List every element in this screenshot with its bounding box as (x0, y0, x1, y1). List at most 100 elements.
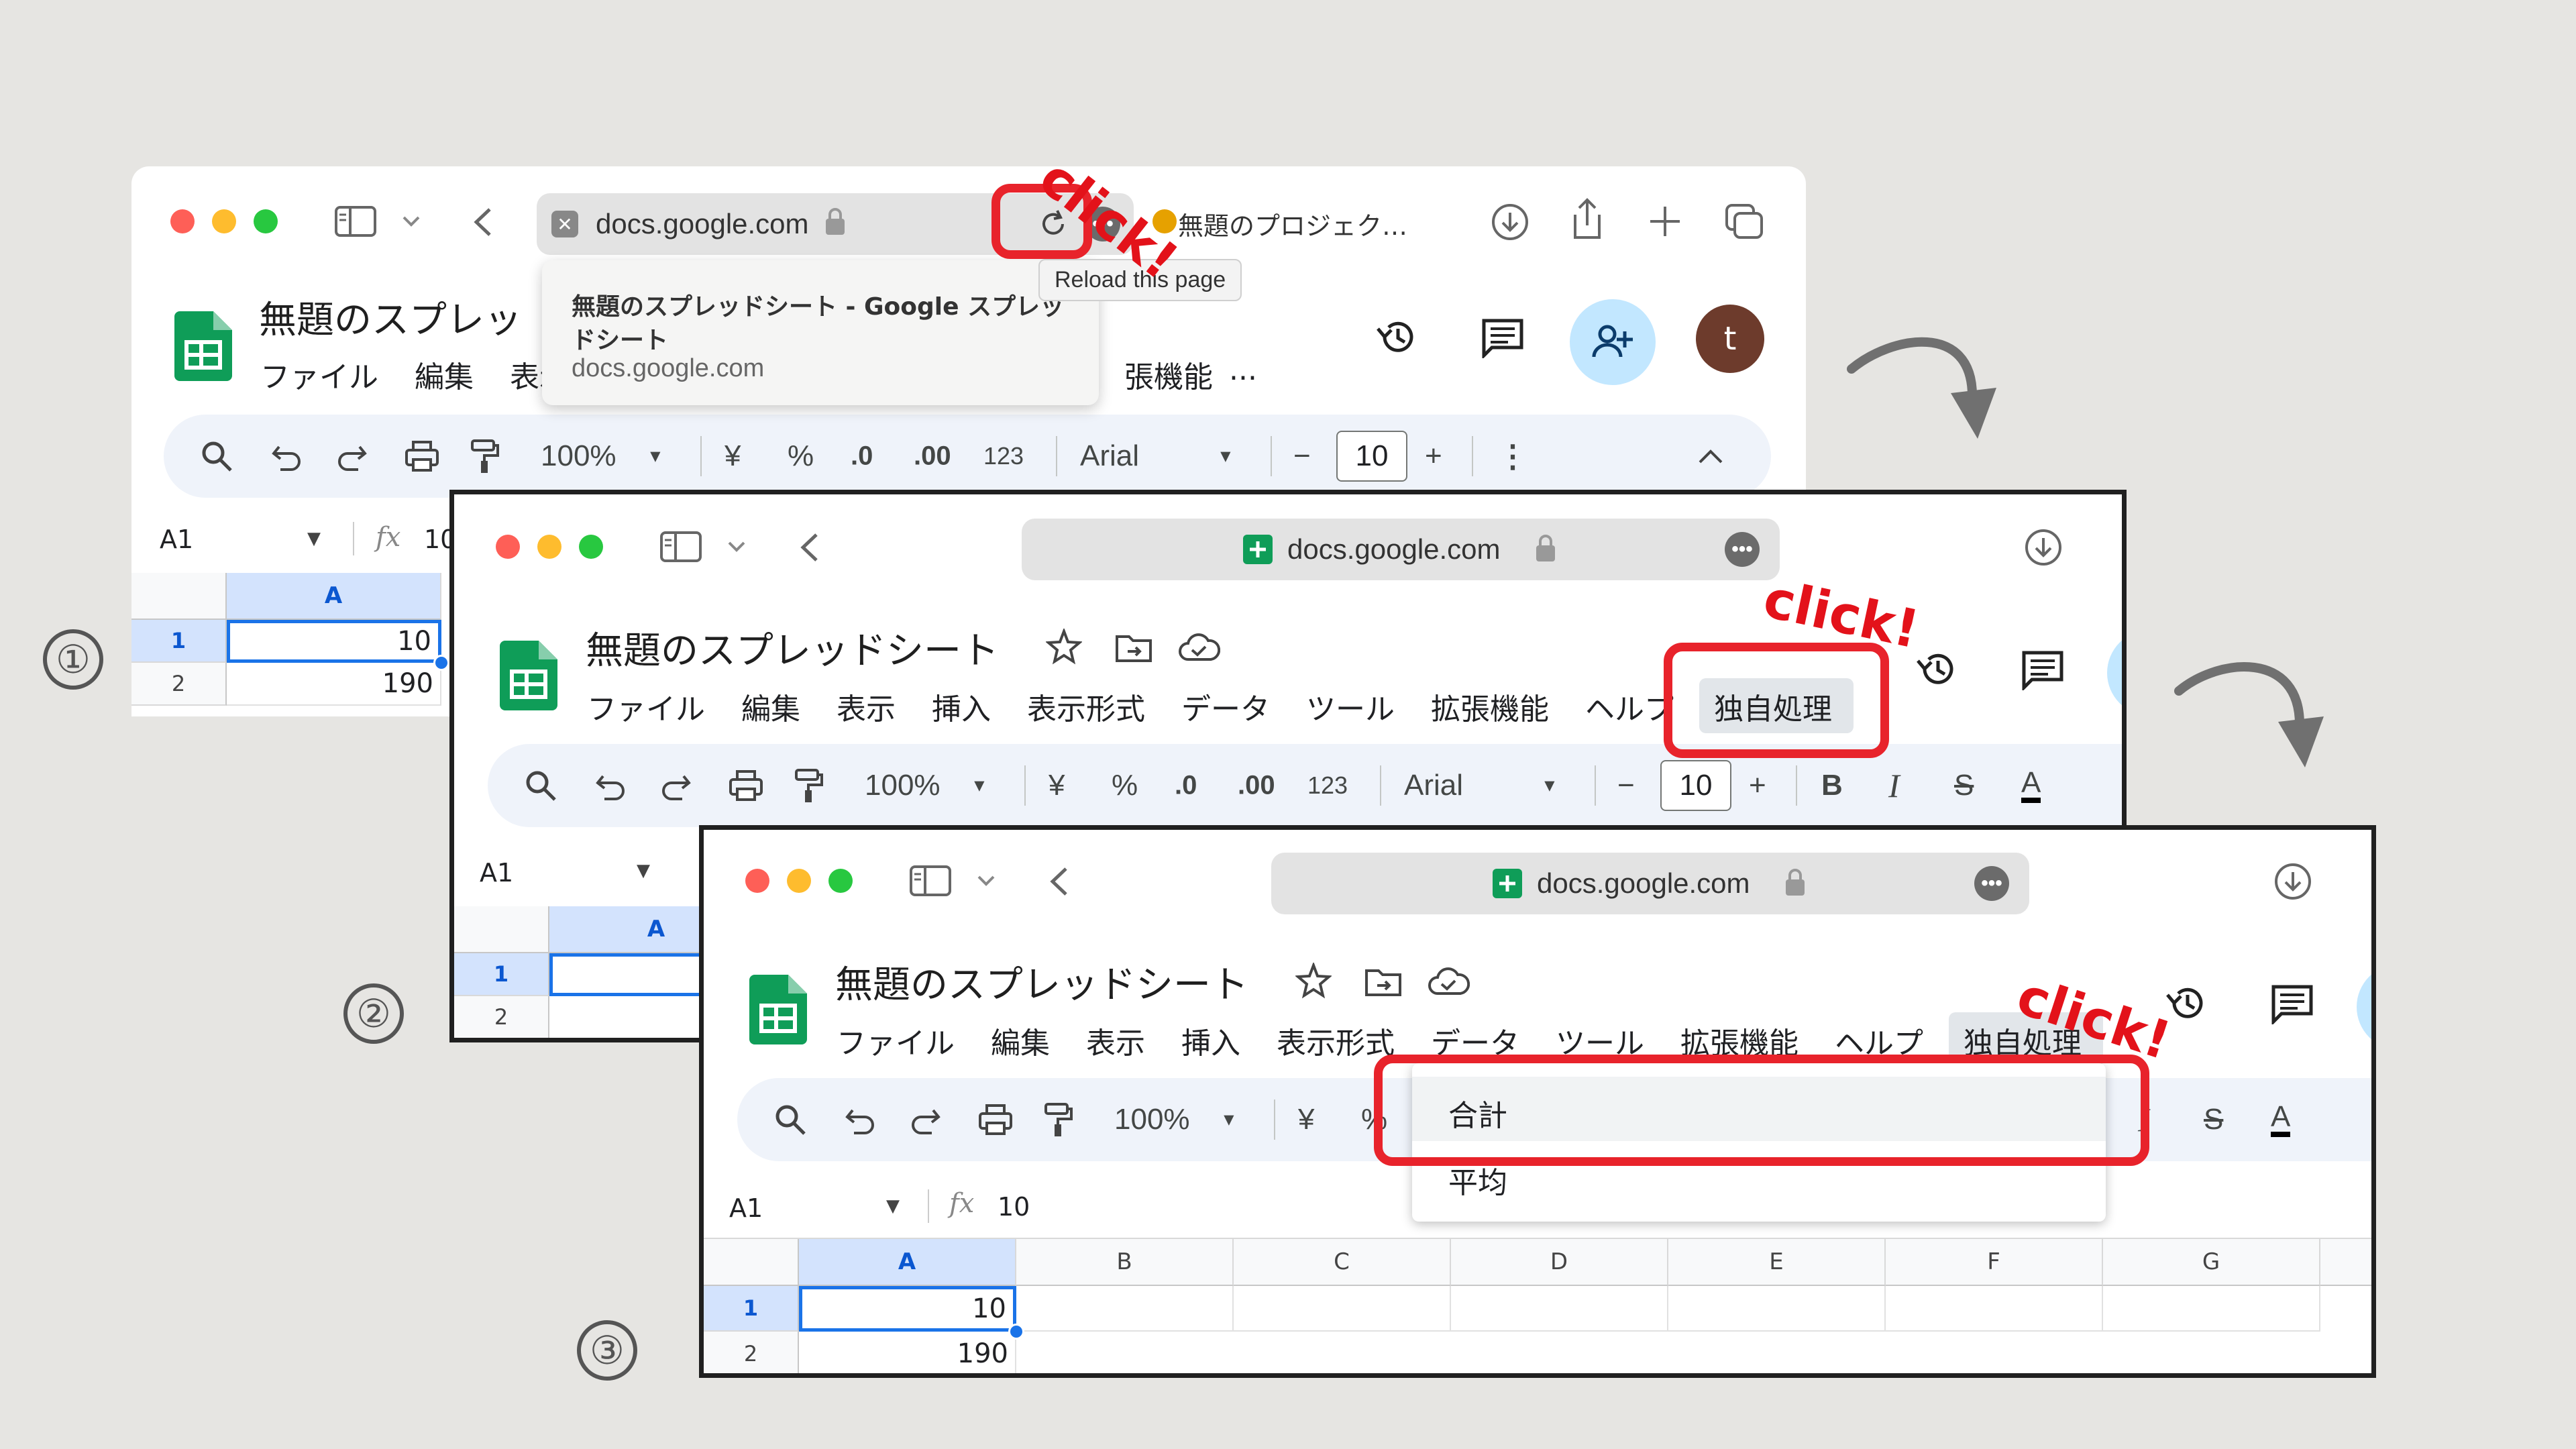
paint-format-icon[interactable] (1043, 1102, 1073, 1138)
zoom-window-button[interactable] (828, 869, 853, 893)
redo-icon[interactable] (335, 441, 368, 471)
menu-more[interactable]: ... (1229, 353, 1257, 387)
menu-edit[interactable]: 編集 (741, 685, 800, 728)
address-bar[interactable]: docs.google.com ••• (1271, 853, 2029, 914)
row-header-1[interactable]: 1 (454, 953, 549, 996)
tab-title[interactable]: 無題のプロジェク… (1178, 205, 1407, 242)
bold-button[interactable]: B (1821, 769, 1843, 802)
font-dropdown-icon[interactable]: ▼ (1217, 446, 1234, 467)
column-header-b[interactable]: B (1016, 1239, 1234, 1286)
row-header-1[interactable]: 1 (131, 620, 227, 663)
column-header-f[interactable]: F (1886, 1239, 2103, 1286)
share-button[interactable] (2357, 964, 2371, 1050)
increase-decimal-button[interactable]: .00 (1238, 771, 1275, 801)
back-icon[interactable] (1049, 866, 1069, 897)
fill-handle[interactable] (433, 655, 449, 671)
search-icon[interactable] (773, 1103, 807, 1136)
increase-decimal-button[interactable]: .00 (914, 441, 951, 472)
menu-view[interactable]: 表示 (837, 685, 896, 728)
column-header-c[interactable]: C (1234, 1239, 1451, 1286)
search-icon[interactable] (524, 769, 557, 802)
text-color-button[interactable]: A (2271, 1102, 2291, 1137)
menu-view[interactable]: 表示 (1086, 1019, 1145, 1062)
row-header-2[interactable]: 2 (454, 996, 549, 1038)
more-options-icon[interactable]: ••• (1974, 866, 2009, 901)
name-box-dropdown-icon[interactable]: ▼ (307, 529, 321, 549)
column-header-g[interactable]: G (2103, 1239, 2320, 1286)
search-icon[interactable] (200, 439, 233, 473)
chevron-down-icon[interactable] (401, 215, 421, 228)
cloud-saved-icon[interactable] (1177, 633, 1220, 662)
star-icon[interactable] (1295, 963, 1332, 999)
currency-format-button[interactable]: ¥ (724, 439, 741, 473)
font-size-decrease-button[interactable]: − (1617, 769, 1635, 802)
zoom-select[interactable]: 100% (541, 439, 616, 473)
font-size-increase-button[interactable]: + (1749, 769, 1766, 802)
cell-a1[interactable]: 10 (799, 1286, 1016, 1332)
new-tab-icon[interactable] (1648, 204, 1682, 239)
back-icon[interactable] (799, 532, 819, 563)
sheets-logo-icon[interactable] (500, 641, 557, 710)
cell-b1[interactable] (1016, 1286, 1234, 1332)
close-window-button[interactable] (745, 869, 769, 893)
tab-overview-icon[interactable] (1724, 203, 1764, 240)
cell-c1[interactable] (1234, 1286, 1451, 1332)
row-header-2[interactable]: 2 (704, 1332, 799, 1373)
minimize-window-button[interactable] (212, 209, 236, 233)
zoom-dropdown-icon[interactable]: ▼ (971, 775, 988, 796)
star-icon[interactable] (1046, 629, 1082, 665)
sheets-logo-icon[interactable] (174, 311, 232, 381)
comments-icon[interactable] (1481, 318, 1524, 358)
font-select[interactable]: Arial (1404, 769, 1463, 802)
column-header-d[interactable]: D (1451, 1239, 1668, 1286)
menu-extensions-partial[interactable]: 張機能 (1124, 353, 1213, 396)
decrease-decimal-button[interactable]: .0 (1175, 771, 1197, 801)
download-icon[interactable] (2024, 528, 2063, 567)
menu-format[interactable]: 表示形式 (1277, 1019, 1395, 1062)
print-icon[interactable] (728, 769, 764, 802)
fill-handle[interactable] (1008, 1324, 1024, 1340)
zoom-select[interactable]: 100% (865, 769, 941, 802)
name-box[interactable]: A1 (729, 1193, 763, 1223)
menu-insert[interactable]: 挿入 (1181, 1019, 1240, 1062)
paint-format-icon[interactable] (794, 767, 823, 804)
minimize-window-button[interactable] (787, 869, 811, 893)
address-suggestion-popup[interactable]: 無題のスプレッドシート - Google スプレッ ドシート docs.goog… (542, 260, 1099, 405)
doc-title[interactable]: 無題のスプレッドシート (835, 955, 1248, 1009)
font-dropdown-icon[interactable]: ▼ (1541, 775, 1558, 796)
name-box[interactable]: A1 (480, 858, 513, 888)
row-header-1[interactable]: 1 (704, 1286, 799, 1332)
percent-format-button[interactable]: % (1112, 769, 1138, 802)
close-window-button[interactable] (496, 535, 520, 559)
menu-edit[interactable]: 編集 (991, 1019, 1050, 1062)
menu-tools[interactable]: ツール (1306, 685, 1395, 728)
menu-file[interactable]: ファイル (837, 1019, 955, 1062)
move-folder-icon[interactable] (1364, 967, 1403, 998)
share-button[interactable] (2107, 630, 2122, 716)
menu-help[interactable]: ヘルプ (1585, 685, 1674, 728)
cell-e1[interactable] (1668, 1286, 1886, 1332)
column-header-e[interactable]: E (1668, 1239, 1886, 1286)
minimize-window-button[interactable] (537, 535, 561, 559)
account-avatar[interactable]: t (1696, 305, 1764, 373)
move-folder-icon[interactable] (1114, 633, 1153, 663)
zoom-window-button[interactable] (579, 535, 603, 559)
decrease-decimal-button[interactable]: .0 (851, 441, 873, 472)
select-all-corner[interactable] (454, 906, 549, 953)
zoom-dropdown-icon[interactable]: ▼ (647, 446, 664, 467)
share-button[interactable] (1570, 299, 1656, 385)
font-size-input[interactable]: 10 (1660, 760, 1731, 811)
address-bar[interactable]: docs.google.com ••• (1022, 519, 1780, 580)
cell-a2[interactable]: 190 (799, 1332, 1016, 1373)
version-history-icon[interactable] (1375, 315, 1418, 358)
currency-format-button[interactable]: ¥ (1298, 1103, 1314, 1136)
font-select[interactable]: Arial (1080, 439, 1139, 473)
column-header-a[interactable]: A (799, 1239, 1016, 1286)
more-tools-icon[interactable]: ⋮ (1497, 438, 1528, 474)
row-header-2[interactable]: 2 (131, 663, 227, 706)
zoom-dropdown-icon[interactable]: ▼ (1220, 1110, 1238, 1130)
more-options-icon[interactable]: ••• (1725, 532, 1760, 567)
close-window-button[interactable] (170, 209, 195, 233)
comments-icon[interactable] (2021, 650, 2064, 690)
back-icon[interactable] (472, 207, 492, 237)
